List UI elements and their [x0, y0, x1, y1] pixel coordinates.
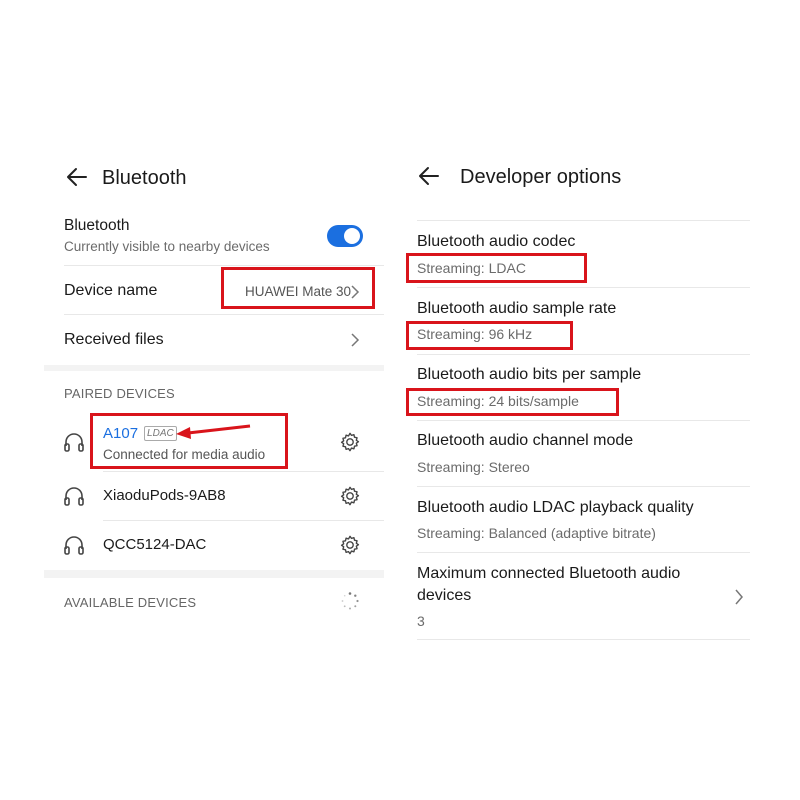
bluetooth-toggle-label: Bluetooth: [64, 217, 130, 234]
setting-value: Streaming: Stereo: [417, 459, 530, 475]
setting-max-connected-devices[interactable]: Maximum connected Bluetooth audio device…: [400, 553, 750, 639]
page-title: Bluetooth: [102, 167, 187, 189]
gear-icon[interactable]: [339, 431, 361, 453]
chevron-right-icon: [735, 589, 743, 605]
toggle-knob: [344, 228, 360, 244]
section-separator: [44, 570, 384, 578]
device-name-label: Device name: [64, 282, 158, 299]
setting-value: Streaming: Balanced (adaptive bitrate): [417, 525, 656, 541]
annotation-box-bits: [406, 388, 619, 416]
available-devices-header: AVAILABLE DEVICES: [64, 595, 197, 610]
bluetooth-visibility-text: Currently visible to nearby devices: [64, 239, 270, 254]
annotation-box-codec: [406, 253, 587, 283]
bluetooth-toggle[interactable]: [327, 225, 363, 247]
setting-label-line2: devices: [417, 587, 472, 604]
headphones-icon: [64, 536, 84, 555]
setting-value: 3: [417, 613, 425, 629]
setting-bluetooth-audio-ldac-quality[interactable]: Bluetooth audio LDAC playback quality St…: [400, 487, 750, 553]
annotation-box-device-name: [221, 267, 375, 309]
gear-icon[interactable]: [339, 485, 361, 507]
setting-label: Bluetooth audio channel mode: [417, 432, 634, 449]
received-files-label: Received files: [64, 331, 164, 348]
headphones-icon: [64, 487, 84, 506]
headphones-icon: [64, 433, 84, 452]
setting-bluetooth-audio-channel-mode[interactable]: Bluetooth audio channel mode Streaming: …: [400, 421, 750, 487]
annotation-box-a107: [90, 413, 288, 469]
setting-label-line1: Maximum connected Bluetooth audio: [417, 565, 681, 582]
paired-device-xiaodupods[interactable]: XiaoduPods-9AB8: [44, 472, 384, 520]
received-files-row[interactable]: Received files: [44, 315, 384, 363]
device-name: QCC5124-DAC: [103, 536, 207, 553]
divider: [417, 639, 750, 640]
setting-label: Bluetooth audio codec: [417, 233, 576, 250]
paired-devices-header: PAIRED DEVICES: [64, 386, 175, 401]
back-arrow-icon[interactable]: [416, 163, 442, 189]
bluetooth-settings-panel: Bluetooth Bluetooth Currently visible to…: [44, 150, 384, 640]
chevron-right-icon: [351, 333, 360, 347]
loading-spinner-icon: [341, 592, 359, 610]
section-separator: [44, 365, 384, 371]
annotation-box-sample-rate: [406, 321, 573, 350]
setting-label: Bluetooth audio LDAC playback quality: [417, 499, 694, 516]
setting-label: Bluetooth audio sample rate: [417, 300, 617, 317]
back-arrow-icon[interactable]: [64, 164, 90, 190]
page-title: Developer options: [460, 166, 622, 188]
paired-device-qcc5124[interactable]: QCC5124-DAC: [44, 521, 384, 569]
gear-icon[interactable]: [339, 534, 361, 556]
device-name: XiaoduPods-9AB8: [103, 487, 226, 504]
setting-label: Bluetooth audio bits per sample: [417, 366, 642, 383]
